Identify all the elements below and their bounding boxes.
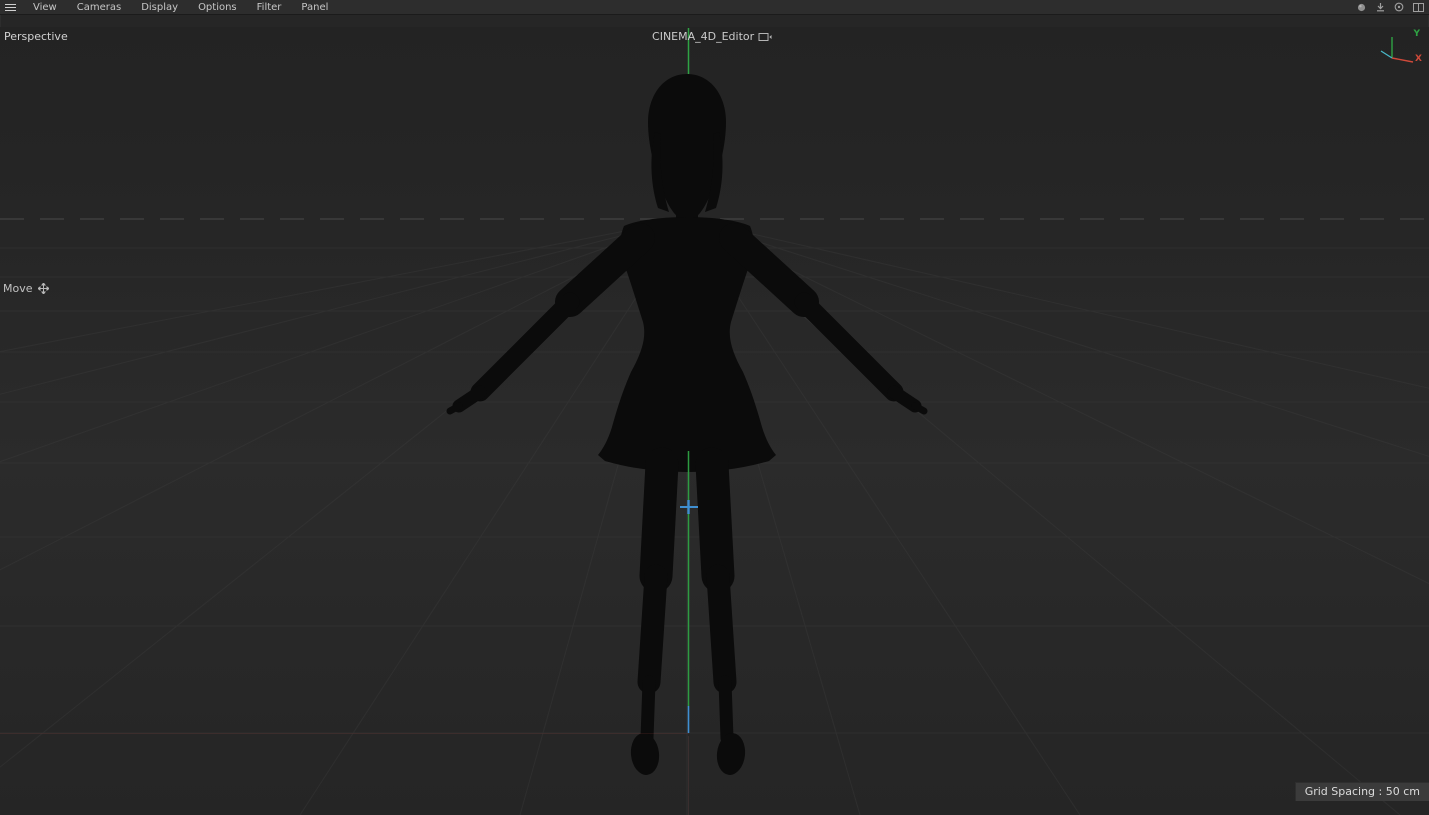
camera-view-label[interactable]: Perspective <box>4 30 68 43</box>
menu-item-panel[interactable]: Panel <box>291 1 338 14</box>
arrow-down-icon[interactable] <box>1372 1 1388 14</box>
layout-columns-icon[interactable] <box>1410 1 1426 14</box>
gizmo-x-label: X <box>1415 54 1422 64</box>
viewport-menu-bar: View Cameras Display Options Filter Pane… <box>0 0 1429 15</box>
cinema4d-window: { "menu_bar": { "items": ["View", "Camer… <box>0 0 1429 815</box>
gizmo-y-label: Y <box>1413 29 1420 39</box>
grid-spacing-status: Grid Spacing : 50 cm <box>1294 782 1429 801</box>
hamburger-menu-icon[interactable] <box>5 3 16 11</box>
menu-item-cameras[interactable]: Cameras <box>67 1 131 14</box>
editor-title-bar: CINEMA_4D_Editor <box>652 30 772 43</box>
sphere-icon[interactable] <box>1353 1 1369 14</box>
viewport-3d[interactable]: Perspective CINEMA_4D_Editor Move Y X Gr… <box>0 14 1429 815</box>
menu-item-filter[interactable]: Filter <box>247 1 292 14</box>
viewport-canvas[interactable] <box>0 14 1429 815</box>
menu-item-display[interactable]: Display <box>131 1 188 14</box>
move-cross-icon <box>37 283 49 294</box>
menu-item-options[interactable]: Options <box>188 1 247 14</box>
menu-item-view[interactable]: View <box>23 1 67 14</box>
active-tool-label: Move <box>3 282 49 295</box>
editor-title-text: CINEMA_4D_Editor <box>652 30 755 43</box>
editor-monitor-icon <box>758 32 772 42</box>
tool-name: Move <box>3 282 33 295</box>
target-icon[interactable] <box>1391 1 1407 14</box>
